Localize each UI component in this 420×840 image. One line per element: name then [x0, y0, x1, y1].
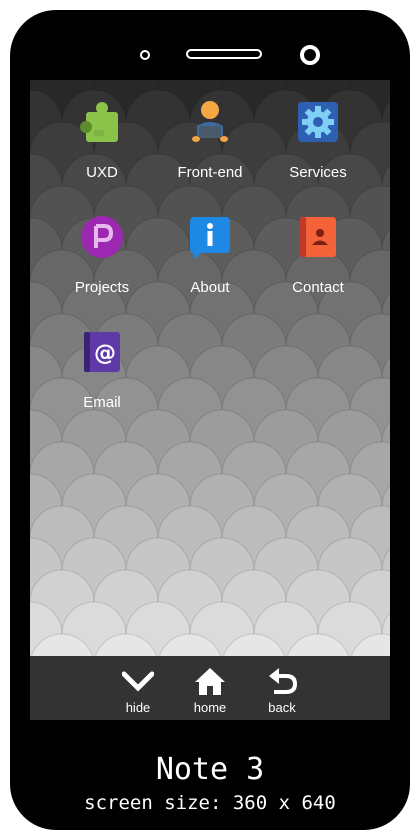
app-label-contact: Contact	[292, 279, 344, 296]
proximity-sensor	[140, 50, 150, 60]
home-icon	[195, 668, 225, 695]
device-name: Note 3	[155, 752, 265, 787]
hide-button[interactable]: hide	[108, 656, 168, 720]
screen-size-label: screen size: 360 x 640	[84, 792, 336, 814]
letter-p-icon	[81, 216, 123, 258]
power-button	[398, 284, 408, 384]
app-label-frontend: Front-end	[177, 164, 243, 181]
svg-text:@: @	[94, 341, 116, 366]
app-label-services: Services	[289, 164, 347, 181]
back-arrow-icon	[269, 668, 298, 694]
earpiece-speaker	[186, 49, 262, 59]
app-label-projects: Projects	[74, 279, 130, 296]
app-projects[interactable]: Projects	[42, 195, 162, 296]
app-about[interactable]: About	[150, 195, 270, 296]
back-label: back	[268, 700, 296, 715]
app-services[interactable]: Services	[258, 80, 378, 181]
app-label-uxd: UXD	[86, 164, 118, 181]
back-button[interactable]: back	[252, 656, 312, 720]
hide-label: hide	[125, 700, 151, 715]
home-button[interactable]: home	[180, 656, 240, 720]
app-email[interactable]: @ Email	[42, 310, 162, 411]
volume-button	[398, 160, 408, 220]
puzzle-icon	[80, 102, 118, 142]
front-camera	[300, 45, 320, 65]
contact-book-icon	[300, 217, 336, 257]
app-label-about: About	[190, 279, 230, 296]
bottom-nav-bar: hide home back	[30, 656, 390, 720]
phone-screen: UXD Front-end Services Projects About Co…	[30, 80, 390, 656]
developer-icon	[192, 101, 228, 142]
app-frontend[interactable]: Front-end	[150, 80, 270, 181]
gear-icon	[298, 102, 338, 142]
home-label: home	[193, 700, 227, 715]
app-uxd[interactable]: UXD	[42, 80, 162, 181]
app-contact[interactable]: Contact	[258, 195, 378, 296]
app-label-email: Email	[83, 394, 121, 411]
chevron-down-icon	[122, 671, 154, 692]
info-icon	[190, 217, 230, 259]
email-at-icon: @	[84, 332, 120, 372]
